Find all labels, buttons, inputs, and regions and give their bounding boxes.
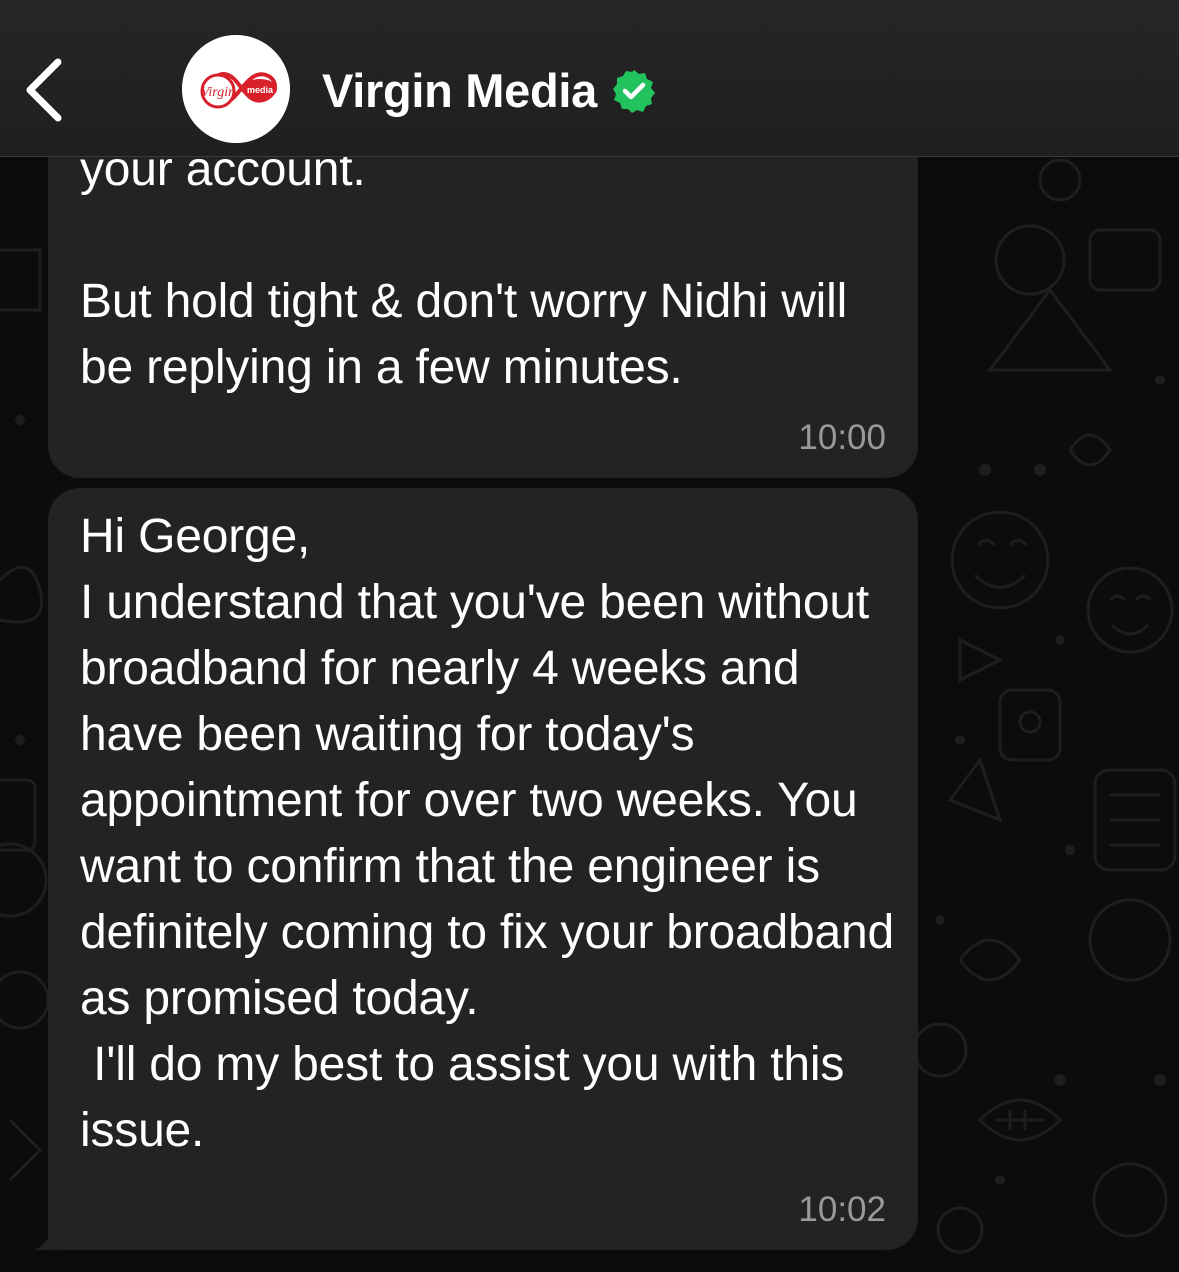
avatar[interactable]: Virgin media [182,35,290,143]
svg-text:media: media [247,85,274,95]
message-text: Hi George, I understand that you've been… [80,510,895,1157]
chat-screen: Virgin media Virgin Media your account. … [0,0,1179,1272]
chevron-left-icon [26,58,62,122]
contact-name: Virgin Media [322,63,597,117]
message-timestamp: 10:02 [798,1190,886,1229]
chat-header: Virgin media Virgin Media [0,0,1179,157]
message-bubble[interactable]: Hi George, I understand that you've been… [48,488,918,1250]
virgin-media-logo: Virgin media [182,35,290,143]
svg-text:Virgin: Virgin [201,85,235,100]
message-text: your account. But hold tight & don't wor… [80,143,848,394]
contact-title[interactable]: Virgin Media [322,60,657,120]
verified-badge-icon [612,70,655,113]
message-timestamp: 10:00 [798,418,886,457]
back-button[interactable] [18,52,74,128]
